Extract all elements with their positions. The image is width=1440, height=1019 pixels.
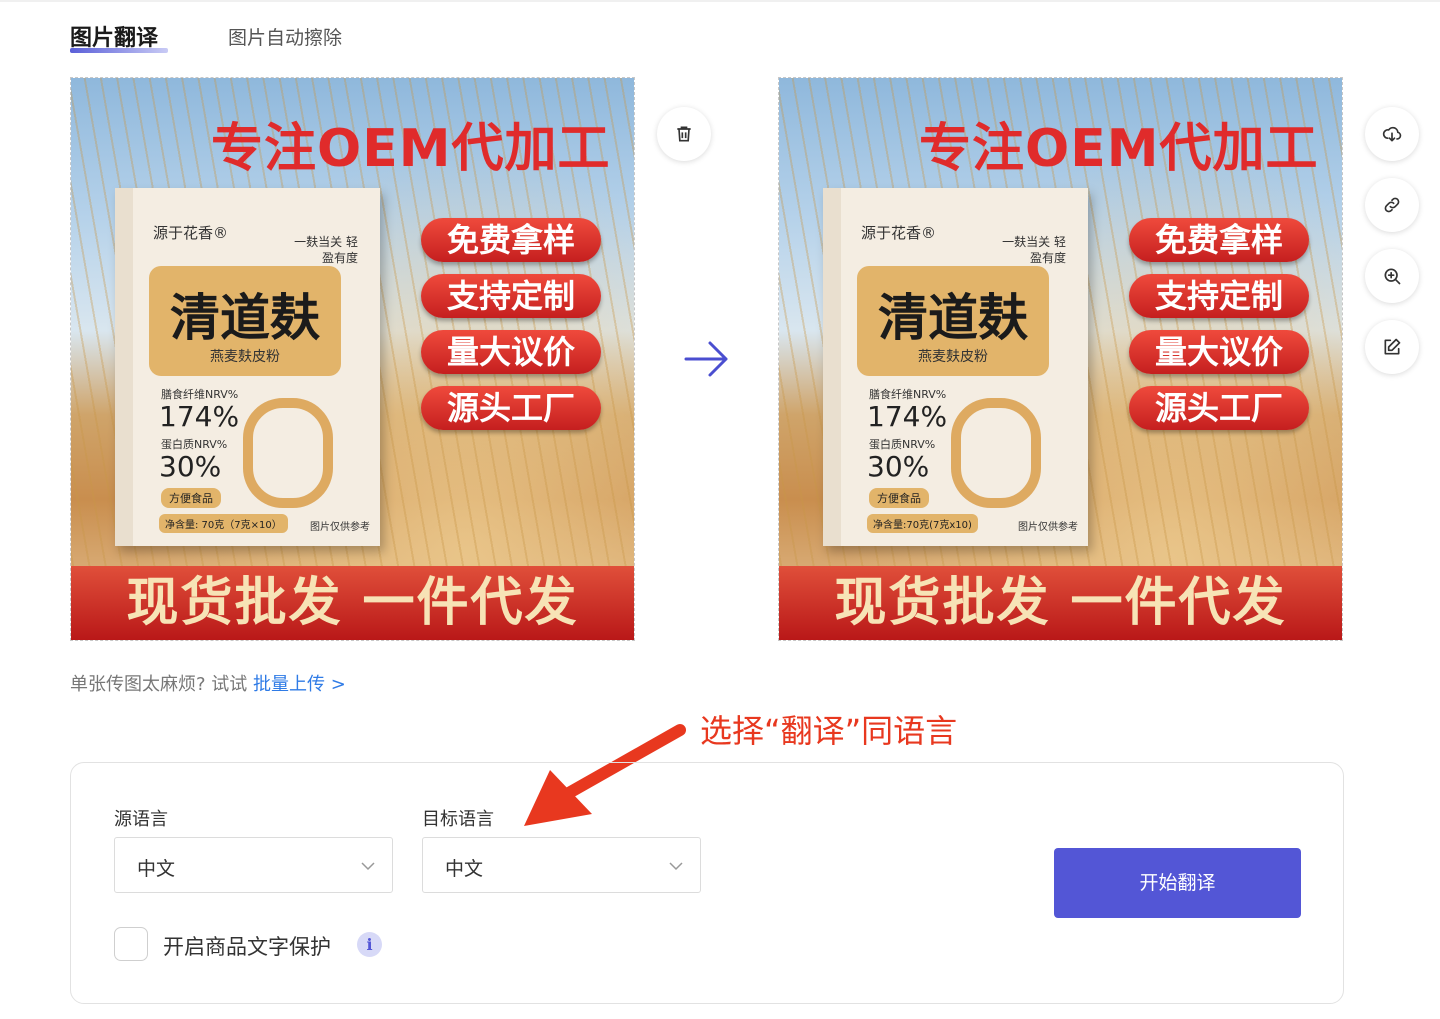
download-button[interactable] bbox=[1365, 107, 1419, 161]
product-box: 源于花香® 一麸当关 轻盈有度 清道麸 燕麦麸皮粉 膳食纤维NRV% 174% … bbox=[823, 188, 1088, 546]
translate-settings-card: 源语言 中文 目标语言 中文 开始翻译 开启商品文字保护 i bbox=[70, 762, 1344, 1004]
box-pill: 方便食品 bbox=[869, 488, 929, 508]
nutrient1-value: 174% bbox=[159, 400, 240, 433]
badge-list: 免费拿样 支持定制 量大议价 源头工厂 bbox=[421, 218, 601, 442]
box-brand: 源于花香® bbox=[861, 224, 937, 242]
target-language-select[interactable]: 中文 bbox=[422, 837, 701, 893]
box-product-name: 清道麸 bbox=[878, 289, 1028, 347]
badge: 源头工厂 bbox=[421, 386, 601, 430]
translated-image-panel: 专注OEM代加工 源于花香® 一麸当关 轻盈有度 清道麸 燕麦麸皮粉 膳食纤维N… bbox=[778, 77, 1343, 641]
protect-text-checkbox[interactable] bbox=[114, 927, 148, 961]
source-language-select[interactable]: 中文 bbox=[114, 837, 393, 893]
delete-button[interactable] bbox=[657, 107, 711, 161]
chevron-down-icon bbox=[669, 862, 683, 871]
box-product-name: 清道麸 bbox=[170, 289, 320, 347]
box-product-sub: 燕麦麸皮粉 bbox=[210, 349, 280, 365]
batch-upload-link[interactable]: 批量上传 > bbox=[253, 674, 346, 695]
original-image-panel: 专注OEM代加工 源于花香® 一麸当关 轻盈有度 清道麸 燕麦麸皮粉 膳食纤维N… bbox=[70, 77, 635, 641]
badge: 免费拿样 bbox=[1129, 218, 1309, 262]
intestine-graphic bbox=[951, 398, 1041, 508]
batch-upload-hint: 单张传图太麻烦? 试试 批量上传 > bbox=[70, 670, 346, 696]
box-tagline: 一麸当关 轻盈有度 bbox=[1002, 235, 1066, 265]
zoom-button[interactable] bbox=[1365, 249, 1419, 303]
edit-icon bbox=[1384, 338, 1401, 355]
copy-link-button[interactable] bbox=[1365, 178, 1419, 232]
badge: 源头工厂 bbox=[1129, 386, 1309, 430]
box-net-weight: 净含量: 70克（7克×10） bbox=[159, 514, 288, 533]
badge-list: 免费拿样 支持定制 量大议价 源头工厂 bbox=[1129, 218, 1309, 442]
target-language-value: 中文 bbox=[445, 858, 484, 880]
active-tab-underline bbox=[70, 48, 168, 53]
nutrient2-value: 30% bbox=[867, 450, 930, 483]
info-icon[interactable]: i bbox=[357, 932, 382, 957]
box-product-sub: 燕麦麸皮粉 bbox=[918, 349, 988, 365]
intestine-graphic bbox=[243, 398, 333, 508]
image-headline: 专注OEM代加工 bbox=[919, 119, 1319, 179]
top-divider bbox=[0, 0, 1440, 2]
product-box: 源于花香® 一麸当关 轻盈有度 清道麸 燕麦麸皮粉 膳食纤维NRV% 174% … bbox=[115, 188, 380, 546]
cloud-download-icon bbox=[1382, 126, 1402, 142]
box-tagline: 一麸当关 轻盈有度 bbox=[294, 235, 358, 265]
box-net-weight: 净含量:70克(7克x10) bbox=[867, 514, 978, 533]
target-language-label: 目标语言 bbox=[422, 809, 494, 830]
box-reference: 图片仅供参考 bbox=[310, 522, 370, 533]
badge: 量大议价 bbox=[1129, 330, 1309, 374]
badge: 免费拿样 bbox=[421, 218, 601, 262]
start-translate-button[interactable]: 开始翻译 bbox=[1054, 848, 1301, 918]
trash-icon bbox=[677, 126, 691, 142]
protect-text-label: 开启商品文字保护 bbox=[163, 935, 331, 959]
arrow-right-icon bbox=[684, 341, 728, 377]
annotation-callout: 选择“翻译”同语言 bbox=[700, 712, 958, 750]
image-headline: 专注OEM代加工 bbox=[211, 119, 611, 179]
edit-button[interactable] bbox=[1365, 320, 1419, 374]
bottom-banner: 现货批发 一件代发 bbox=[71, 566, 634, 640]
chevron-down-icon bbox=[361, 862, 375, 871]
hint-text: 单张传图太麻烦? 试试 bbox=[70, 674, 253, 695]
badge: 支持定制 bbox=[1129, 274, 1309, 318]
tab-image-translate[interactable]: 图片翻译 bbox=[70, 20, 168, 53]
box-pill: 方便食品 bbox=[161, 488, 221, 508]
zoom-in-icon bbox=[1384, 268, 1401, 285]
box-brand: 源于花香® bbox=[153, 224, 229, 242]
badge: 量大议价 bbox=[421, 330, 601, 374]
tab-image-erase[interactable]: 图片自动擦除 bbox=[228, 23, 342, 50]
badge: 支持定制 bbox=[421, 274, 601, 318]
nutrient1-value: 174% bbox=[867, 400, 948, 433]
bottom-banner: 现货批发 一件代发 bbox=[779, 566, 1342, 640]
source-language-value: 中文 bbox=[137, 858, 176, 880]
box-reference: 图片仅供参考 bbox=[1018, 522, 1078, 533]
source-language-label: 源语言 bbox=[114, 809, 168, 830]
link-icon bbox=[1384, 197, 1400, 213]
nutrient2-value: 30% bbox=[159, 450, 222, 483]
